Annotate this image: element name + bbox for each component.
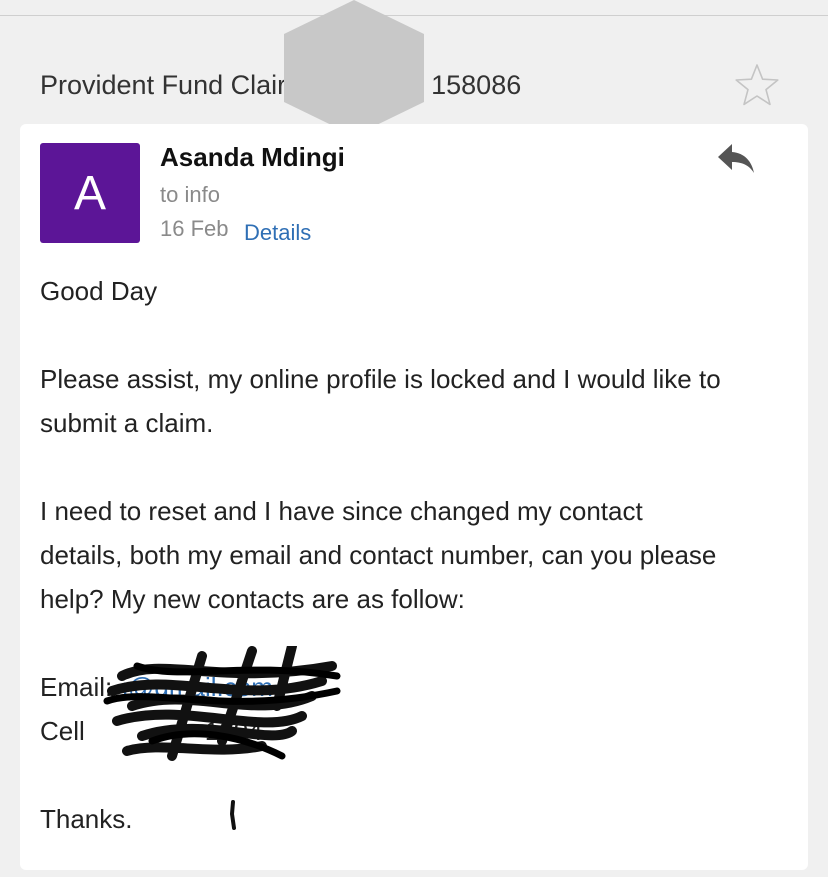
avatar: A bbox=[40, 143, 140, 243]
email-label: Email: bbox=[40, 672, 113, 702]
email-address-start: i@gmail.com bbox=[122, 672, 273, 702]
redaction-hexagon bbox=[284, 0, 424, 136]
star-icon[interactable] bbox=[734, 62, 780, 106]
recipient-line: to info bbox=[160, 182, 220, 207]
cell-label: Cell bbox=[40, 716, 85, 746]
message-card: A Asanda Mdingi to info 16 Feb Details G… bbox=[20, 124, 808, 870]
body-paragraph-2-line-1: I need to reset and I have since changed… bbox=[40, 496, 643, 526]
body-paragraph-2-line-3: help? My new contacts are as follow: bbox=[40, 584, 465, 614]
details-link[interactable]: Details bbox=[244, 220, 311, 246]
body-paragraph-2-line-2: details, both my email and contact numbe… bbox=[40, 540, 717, 570]
cell-line: Cell 1994 bbox=[40, 709, 263, 753]
subject-title: Provident Fund Clair 158086 bbox=[40, 70, 521, 101]
reply-icon[interactable] bbox=[716, 142, 756, 176]
body-paragraph-1-line-1: Please assist, my online profile is lock… bbox=[40, 364, 721, 394]
message-date: 16 Feb bbox=[160, 216, 229, 241]
subject-header: Provident Fund Clair 158086 bbox=[0, 0, 828, 136]
body-paragraph-1-line-2: submit a claim. bbox=[40, 408, 214, 438]
subject-title-end: 158086 bbox=[431, 70, 522, 100]
body-greeting: Good Day bbox=[40, 276, 158, 306]
email-address-link[interactable]: i@gmail.com bbox=[122, 672, 273, 702]
subject-title-start: Provident Fund Clair bbox=[40, 70, 287, 100]
email-line: Email: i@gmail.com bbox=[40, 665, 273, 709]
sender-name: Asanda Mdingi bbox=[160, 142, 345, 172]
body-closing: Thanks. bbox=[40, 804, 133, 834]
avatar-initial: A bbox=[73, 166, 106, 220]
cell-number-end: 1994 bbox=[204, 716, 263, 746]
stray-ink-mark bbox=[229, 800, 236, 830]
